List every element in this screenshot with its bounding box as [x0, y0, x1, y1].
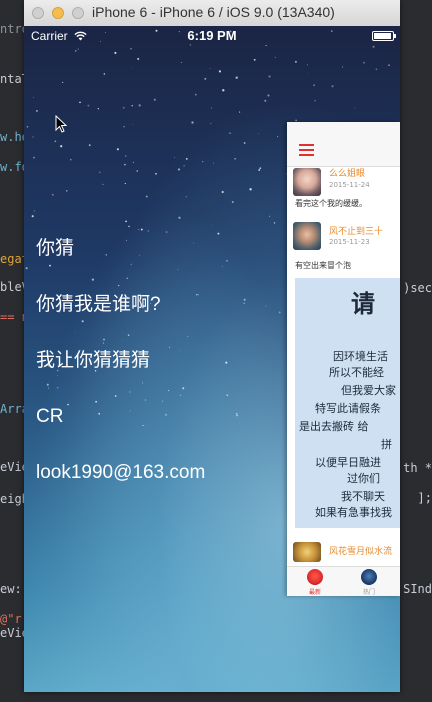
user-avatar[interactable]	[293, 168, 321, 196]
post-image-title: 请	[351, 289, 375, 318]
main-content-panel[interactable]: 么么姐眼 2015-11-24 看完这个我的缓缓。 风不止到三十 2015-11…	[287, 122, 400, 596]
mouse-cursor-icon	[55, 114, 68, 137]
user-avatar[interactable]	[293, 222, 321, 250]
tab-label: 最新	[308, 589, 321, 596]
code-fragment: SInd	[403, 582, 432, 596]
hamburger-menu-icon[interactable]	[299, 144, 314, 157]
side-menu-item[interactable]: 你猜	[36, 234, 205, 290]
window-title: iPhone 6 - iPhone 6 / iOS 9.0 (13A340)	[92, 4, 335, 20]
code-fragment: )sec	[403, 281, 432, 295]
post-image-line: 我不聊天	[341, 490, 385, 503]
window-titlebar[interactable]: iPhone 6 - iPhone 6 / iOS 9.0 (13A340)	[24, 0, 400, 27]
battery-icon	[372, 31, 396, 41]
side-menu-item[interactable]: 你猜我是谁啊?	[36, 290, 205, 346]
post-image-line: 特写此请假条	[315, 402, 381, 415]
close-window-button[interactable]	[32, 7, 44, 19]
code-fragment: ];	[417, 491, 432, 505]
post-image-line: 因环境生活	[333, 350, 388, 363]
post-username[interactable]: 么么姐眼	[329, 166, 365, 179]
captain-america-icon	[361, 569, 377, 585]
battery-level-fill	[374, 33, 392, 39]
post-image-line: 拼	[381, 438, 392, 451]
post-date: 2015-11-23	[329, 238, 370, 246]
post-text: 看完这个我的缓缓。	[295, 199, 367, 208]
tab-bar: 最新 热门	[287, 566, 400, 596]
tab-label: 热门	[362, 589, 375, 596]
status-bar: Carrier 6:19 PM	[24, 26, 400, 46]
post-image-line: 但我爱大家	[341, 384, 396, 397]
phone-screen: Carrier 6:19 PM 你猜 你猜我是谁啊? 我让你猜猜猜 CR loo…	[24, 26, 400, 692]
post-image-line: 如果有急事找我	[315, 506, 392, 519]
post-image-line: 是出去搬砖 给	[299, 420, 369, 433]
post-image-line: 所以不能经	[329, 366, 384, 379]
side-menu-item[interactable]: CR	[36, 402, 205, 458]
side-menu-item-email[interactable]: look1990@163.com	[36, 458, 205, 514]
post-date: 2015-11-24	[329, 181, 370, 189]
minimize-window-button[interactable]	[52, 7, 64, 19]
navigation-bar	[287, 122, 400, 167]
post-text: 有空出来冒个泡	[295, 261, 351, 270]
post-username[interactable]: 风花雪月似水流	[329, 544, 392, 557]
code-fragment: @"r	[0, 612, 22, 626]
code-fragment: th *	[403, 461, 432, 475]
status-time: 6:19 PM	[187, 28, 237, 43]
tab-latest[interactable]: 最新	[295, 569, 335, 596]
post-image-line: 以便早日融进	[315, 456, 381, 469]
tab-hot[interactable]: 热门	[349, 569, 389, 596]
side-menu: 你猜 你猜我是谁啊? 我让你猜猜猜 CR look1990@163.com	[36, 234, 205, 514]
user-avatar[interactable]	[293, 542, 321, 562]
spiderman-icon	[307, 569, 323, 585]
post-username[interactable]: 风不止到三十	[329, 224, 383, 237]
simulator-window: iPhone 6 - iPhone 6 / iOS 9.0 (13A340) C…	[24, 0, 400, 692]
zoom-window-button[interactable]	[72, 7, 84, 19]
post-image[interactable]: 请 因环境生活 所以不能经 但我爱大家 特写此请假条 是出去搬砖 给 拼 以便早…	[295, 278, 400, 528]
side-menu-item[interactable]: 我让你猜猜猜	[36, 346, 205, 402]
post-image-line: 过你们	[347, 472, 380, 485]
